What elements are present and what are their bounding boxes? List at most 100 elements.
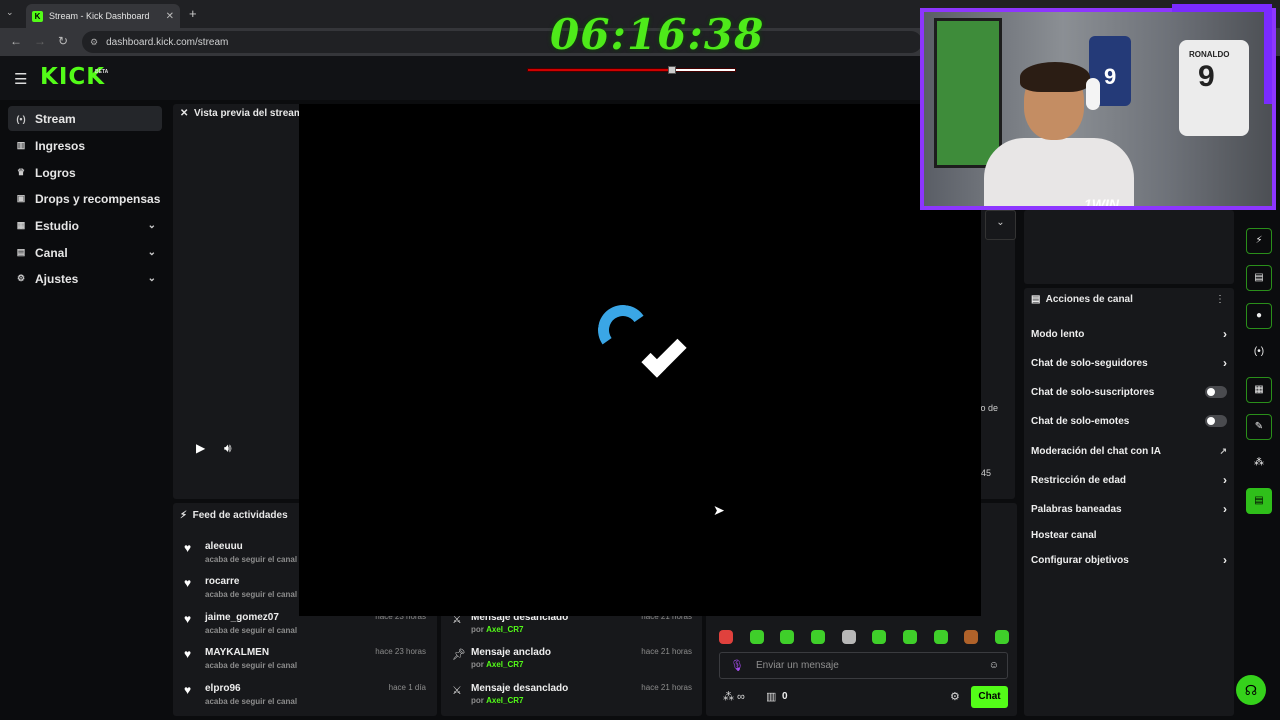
back-icon[interactable]: ← [10, 34, 22, 48]
emote-icon[interactable] [780, 630, 795, 644]
new-tab-icon[interactable]: + [189, 6, 197, 21]
mod-actor-prefix: por [471, 660, 484, 669]
gift-icon: ▣ [16, 193, 26, 203]
mod-log-row[interactable]: 📌︎ Mensaje anclado por Axel_CR7 hace 21 … [452, 647, 697, 677]
more-options-icon[interactable]: ⋮ [1215, 294, 1225, 305]
volume-icon[interactable]: 🔊︎ [224, 441, 232, 456]
action-subscribers-only[interactable]: Chat de solo-suscriptores [1031, 382, 1227, 402]
activity-feed-title: ⚡︎ Feed de actividades [180, 510, 288, 521]
emote-icon[interactable] [994, 630, 1009, 644]
channel-actions-title: ▤ Acciones de canal [1031, 294, 1133, 305]
sidebar-item-label: Logros [35, 165, 76, 180]
streamer-hair [1020, 62, 1090, 92]
lightning-icon[interactable]: ⚡︎ [1246, 228, 1272, 254]
mod-actor-name[interactable]: Axel_CR7 [486, 696, 523, 705]
action-label: Hostear canal [1031, 529, 1097, 541]
layout-icon[interactable]: ▦ [1246, 377, 1272, 403]
heart-icon: ♥ [184, 647, 192, 661]
action-ai-moderation[interactable]: Moderación del chat con IA ↗ [1031, 441, 1227, 461]
send-chat-button[interactable]: Chat [971, 686, 1008, 708]
feed-row[interactable]: ♥ jaime_gomez07 acaba de seguir el canal… [184, 612, 430, 642]
action-followers-only[interactable]: Chat de solo-seguidores › [1031, 353, 1227, 373]
chevron-right-icon: › [1223, 327, 1227, 341]
broadcast-icon[interactable]: (•) [1246, 340, 1272, 366]
viewers-infinity-icon[interactable]: ⁂ ∞ [723, 690, 745, 703]
group-icon[interactable]: ⁂ [1246, 451, 1272, 477]
feed-event: acaba de seguir el canal [205, 697, 298, 706]
chat-settings-gear-icon[interactable]: ⚙ [950, 690, 960, 703]
emote-icon[interactable] [964, 630, 979, 644]
unpin-icon: ⚔ [452, 685, 462, 697]
chat-bubble-icon[interactable]: ● [1246, 303, 1272, 329]
sidebar-item-ingresos[interactable]: ▥ Ingresos [8, 133, 162, 158]
dropdown-chevron-icon[interactable]: ⌄ [985, 210, 1016, 240]
action-configure-goals[interactable]: Configurar objetivos › [1031, 550, 1227, 570]
sidebar-item-label: Ingresos [35, 138, 86, 153]
close-tab-icon[interactable]: ✕ [166, 11, 174, 22]
sidebar-item-label: Ajustes [35, 271, 79, 286]
emote-icon[interactable] [841, 630, 856, 644]
emotes-only-toggle[interactable] [1205, 415, 1227, 427]
kick-logo[interactable]: KICK [40, 64, 105, 90]
sidebar-item-label: Canal [35, 245, 68, 260]
mod-log-row[interactable]: ⚔ Mensaje desanclado por Axel_CR7 hace 2… [452, 683, 697, 713]
feed-row[interactable]: ♥ elpro96 acaba de seguir el canal hace … [184, 683, 430, 713]
action-host-channel[interactable]: Hostear canal [1031, 525, 1227, 545]
emote-icon[interactable] [810, 630, 825, 644]
emote-icon[interactable] [902, 630, 917, 644]
sidebar-item-canal[interactable]: ▤ Canal ⌄ [8, 240, 162, 265]
subscribers-only-toggle[interactable] [1205, 386, 1227, 398]
emote-icon[interactable] [933, 630, 948, 644]
microphone-icon[interactable]: 🎙︎ [730, 659, 744, 672]
headset-icon [1086, 78, 1100, 110]
broadcast-icon: (•) [16, 113, 26, 124]
play-icon[interactable]: ▶ [196, 441, 205, 455]
streamer [984, 62, 1134, 206]
browser-tab[interactable]: K Stream - Kick Dashboard ✕ [26, 4, 180, 28]
notes-icon[interactable]: ▤ [1246, 265, 1272, 291]
mod-time: hace 21 horas [641, 683, 692, 692]
close-preview-icon[interactable]: ✕ [180, 108, 188, 119]
emoji-picker-icon[interactable]: ☺ [989, 660, 999, 671]
feed-event: acaba de seguir el canal [205, 626, 298, 635]
feed-event: acaba de seguir el canal [205, 555, 298, 564]
url-field[interactable]: ⚙ dashboard.kick.com/stream [82, 31, 922, 53]
tab-title: Stream - Kick Dashboard [49, 11, 150, 21]
reload-icon[interactable]: ↻ [58, 34, 68, 48]
gear-icon: ⚙ [16, 273, 26, 283]
points-icon[interactable]: ▥ [766, 690, 776, 703]
clapperboard-icon[interactable]: ▤ [1246, 488, 1272, 514]
mod-actor-name[interactable]: Axel_CR7 [486, 625, 523, 634]
sidebar-item-stream[interactable]: (•) Stream [8, 106, 162, 131]
action-slow-mode[interactable]: Modo lento › [1031, 324, 1227, 344]
action-label: Chat de solo-seguidores [1031, 357, 1148, 369]
health-bar-marker [668, 66, 676, 74]
feed-row[interactable]: ♥ MAYKALMEN acaba de seguir el canal hac… [184, 647, 430, 677]
mod-time: hace 21 horas [641, 647, 692, 656]
action-label: Configurar objetivos [1031, 554, 1129, 566]
sponsor-logo: 1WIN [1084, 196, 1119, 210]
action-age-restriction[interactable]: Restricción de edad › [1031, 470, 1227, 490]
tab-list-chevron-icon[interactable]: ⌄ [6, 7, 14, 18]
emote-icon[interactable] [872, 630, 887, 644]
sidebar-item-logros[interactable]: ♛ Logros [8, 160, 162, 185]
forward-icon[interactable]: → [34, 34, 46, 48]
emote-icon[interactable] [749, 630, 764, 644]
sidebar-item-drops[interactable]: ▣ Drops y recompensas [8, 186, 162, 211]
feed-time: hace 1 día [388, 683, 426, 692]
mod-actor-name[interactable]: Axel_CR7 [486, 660, 523, 669]
chat-message-input[interactable]: 🎙︎ Enviar un mensaje ☺ [719, 652, 1008, 679]
sidebar-item-estudio[interactable]: ▦ Estudio ⌄ [8, 213, 162, 238]
external-link-icon: ↗ [1219, 445, 1227, 456]
wrench-icon[interactable]: ✎ [1246, 414, 1272, 440]
sidebar-item-ajustes[interactable]: ⚙ Ajustes ⌄ [8, 266, 162, 291]
action-banned-words[interactable]: Palabras baneadas › [1031, 499, 1227, 519]
menu-icon[interactable]: ☰ [14, 70, 27, 88]
emote-icon[interactable] [719, 630, 733, 644]
feed-username: jaime_gomez07 [205, 612, 279, 623]
mod-log-row[interactable]: ⚔ Mensaje desanclado por Axel_CR7 hace 2… [452, 612, 697, 642]
action-emotes-only[interactable]: Chat de solo-emotes [1031, 411, 1227, 431]
feed-username: elpro96 [205, 683, 241, 694]
support-headset-icon[interactable]: ☊ [1236, 675, 1266, 705]
site-info-icon[interactable]: ⚙ [90, 37, 98, 48]
